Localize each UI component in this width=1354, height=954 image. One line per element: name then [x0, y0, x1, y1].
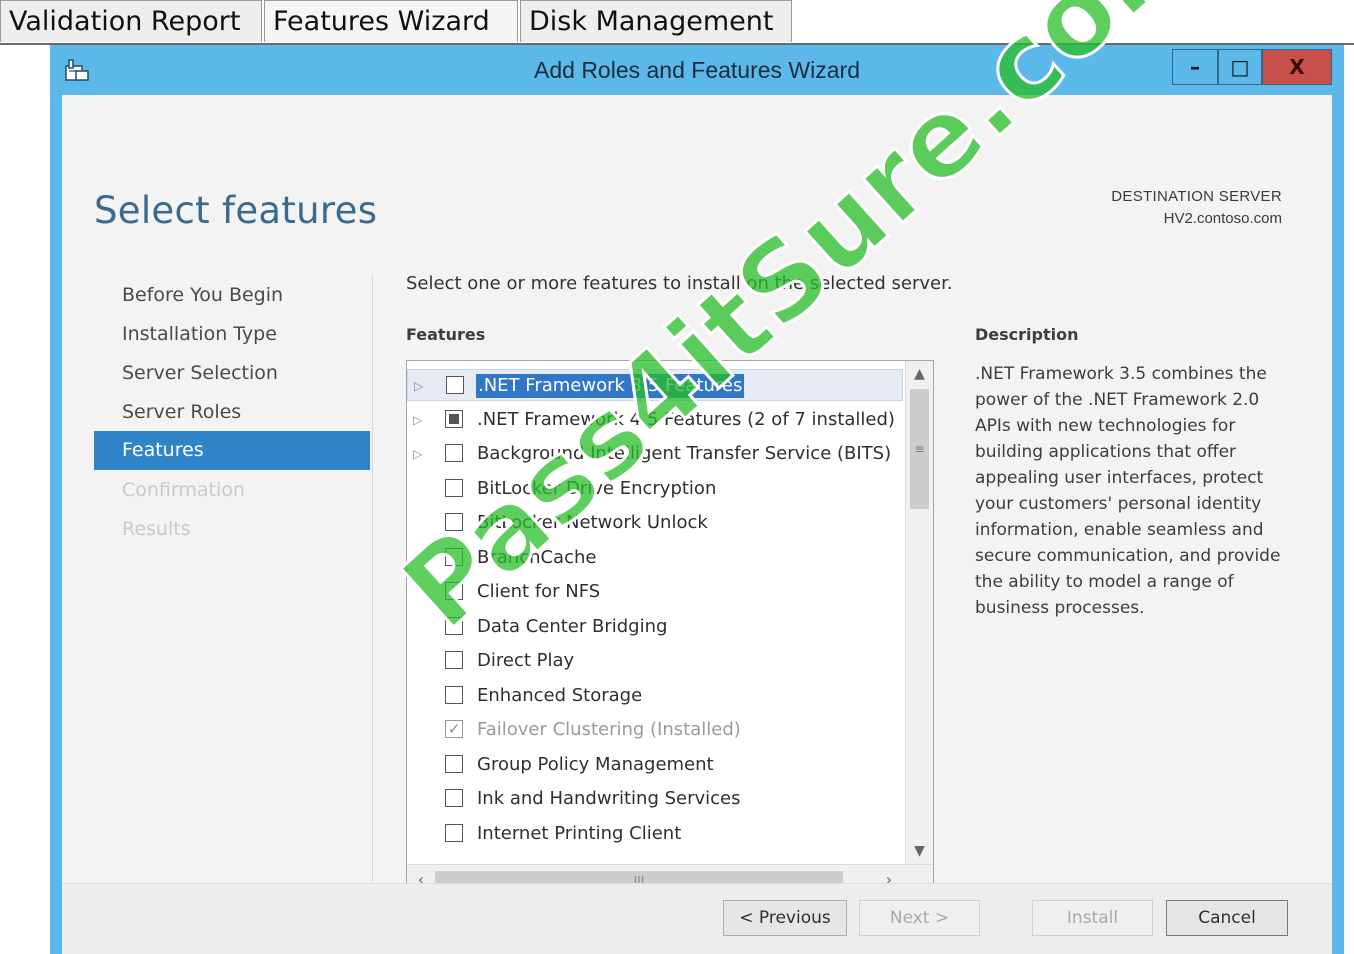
- vertical-scrollbar[interactable]: ▲ ≡ ▼: [905, 361, 933, 864]
- feature-row[interactable]: ▷ Background Intelligent Transfer Service…: [407, 438, 903, 470]
- feature-label: Failover Clustering (Installed): [477, 719, 741, 740]
- feature-label: .NET Framework 4.5 Features (2 of 7 inst…: [477, 408, 895, 430]
- feature-label: Group Policy Management: [477, 753, 714, 775]
- tab-features-wizard[interactable]: Features Wizard: [264, 0, 518, 42]
- feature-row[interactable]: ▷ .NET Framework 3.5 Features: [407, 369, 903, 401]
- description-text: .NET Framework 3.5 combines the power of…: [975, 364, 1281, 618]
- feature-checkbox: ✓: [445, 720, 463, 738]
- feature-row[interactable]: Group Policy Management: [407, 749, 903, 781]
- description-heading: Description: [975, 325, 1079, 344]
- expand-triangle-icon[interactable]: ▷: [413, 444, 427, 464]
- cancel-button[interactable]: Cancel: [1166, 900, 1288, 936]
- nav-item-confirmation: Confirmation: [122, 479, 245, 501]
- feature-label: BitLocker Network Unlock: [477, 512, 708, 533]
- window-title: Add Roles and Features Wizard: [534, 57, 860, 83]
- nav-item-features[interactable]: Features: [94, 431, 370, 470]
- feature-checkbox[interactable]: [445, 547, 463, 566]
- feature-checkbox[interactable]: [445, 685, 463, 704]
- feature-row[interactable]: Direct Play: [407, 645, 903, 677]
- feature-label: Data Center Bridging: [477, 615, 668, 637]
- destination-server-label: DESTINATION SERVER: [1111, 188, 1282, 205]
- feature-label: Enhanced Storage: [477, 684, 643, 706]
- wizard-window: Add Roles and Features Wizard – □ X Sele…: [50, 45, 1344, 954]
- destination-server-name: HV2.contoso.com: [1163, 210, 1282, 227]
- maximize-button[interactable]: □: [1218, 49, 1262, 85]
- feature-label: Client for NFS: [477, 581, 601, 602]
- feature-row[interactable]: Internet Printing Client: [407, 818, 903, 850]
- document-tab-strip: Validation Report Features Wizard Disk M…: [0, 0, 1354, 45]
- feature-row[interactable]: Data Center Bridging: [407, 611, 903, 643]
- minimize-button[interactable]: –: [1172, 49, 1218, 85]
- feature-checkbox[interactable]: [446, 376, 464, 394]
- expand-triangle-icon[interactable]: ▷: [413, 410, 427, 430]
- feature-row[interactable]: BitLocker Network Unlock: [407, 507, 903, 539]
- install-button: Install: [1032, 900, 1153, 936]
- nav-divider: [372, 275, 373, 895]
- scroll-down-icon[interactable]: ▼: [906, 838, 933, 864]
- feature-row[interactable]: Enhanced Storage: [407, 680, 903, 712]
- feature-label: BranchCache: [477, 546, 597, 568]
- previous-button[interactable]: < Previous: [723, 900, 847, 936]
- wizard-client-area: Select features DESTINATION SERVER HV2.c…: [62, 95, 1332, 954]
- feature-checkbox[interactable]: [445, 754, 463, 773]
- title-bar[interactable]: Add Roles and Features Wizard – □ X: [50, 45, 1344, 95]
- nav-item-installation-type[interactable]: Installation Type: [94, 315, 370, 354]
- feature-checkbox[interactable]: [445, 823, 463, 842]
- feature-checkbox[interactable]: [445, 513, 463, 531]
- nav-item-before-you-begin[interactable]: Before You Begin: [94, 276, 370, 315]
- tab-disk-management[interactable]: Disk Management: [520, 0, 792, 42]
- expand-triangle-icon[interactable]: ▷: [414, 376, 428, 396]
- feature-checkbox[interactable]: [445, 409, 463, 428]
- feature-row[interactable]: Client for NFS: [407, 576, 903, 608]
- feature-checkbox[interactable]: [445, 651, 463, 669]
- feature-label: Ink and Handwriting Services: [477, 788, 741, 809]
- feature-label: Background Intelligent Transfer Service …: [477, 443, 892, 464]
- vertical-scroll-thumb[interactable]: ≡: [910, 389, 929, 509]
- feature-label: Internet Printing Client: [477, 822, 682, 844]
- next-button: Next >: [859, 900, 980, 936]
- feature-checkbox[interactable]: [445, 616, 463, 635]
- feature-label: BitLocker Drive Encryption: [477, 477, 717, 499]
- feature-row[interactable]: BitLocker Drive Encryption: [407, 473, 903, 505]
- feature-label: .NET Framework 3.5 Features: [476, 374, 745, 398]
- features-list[interactable]: ▷ .NET Framework 3.5 Features ▷ .NET Framew…: [406, 360, 934, 897]
- feature-checkbox[interactable]: [445, 582, 463, 600]
- feature-row[interactable]: ▷ .NET Framework 4.5 Features (2 of 7 ins…: [407, 404, 903, 436]
- feature-label: Direct Play: [477, 650, 575, 671]
- feature-checkbox[interactable]: [445, 478, 463, 497]
- instruction-text: Select one or more features to install o…: [406, 273, 953, 294]
- feature-row[interactable]: ✓ Failover Clustering (Installed): [407, 714, 903, 746]
- feature-checkbox[interactable]: [445, 789, 463, 807]
- nav-item-results: Results: [122, 518, 191, 540]
- scroll-up-icon[interactable]: ▲: [906, 361, 933, 387]
- tab-validation-report[interactable]: Validation Report: [0, 0, 262, 42]
- close-button[interactable]: X: [1262, 49, 1332, 85]
- feature-row[interactable]: BranchCache: [407, 542, 903, 574]
- features-heading: Features: [406, 325, 486, 344]
- feature-row[interactable]: Ink and Handwriting Services: [407, 783, 903, 815]
- nav-item-server-selection[interactable]: Server Selection: [94, 354, 370, 393]
- nav-item-server-roles[interactable]: Server Roles: [94, 393, 370, 432]
- page-title: Select features: [94, 189, 378, 232]
- feature-checkbox[interactable]: [445, 444, 463, 462]
